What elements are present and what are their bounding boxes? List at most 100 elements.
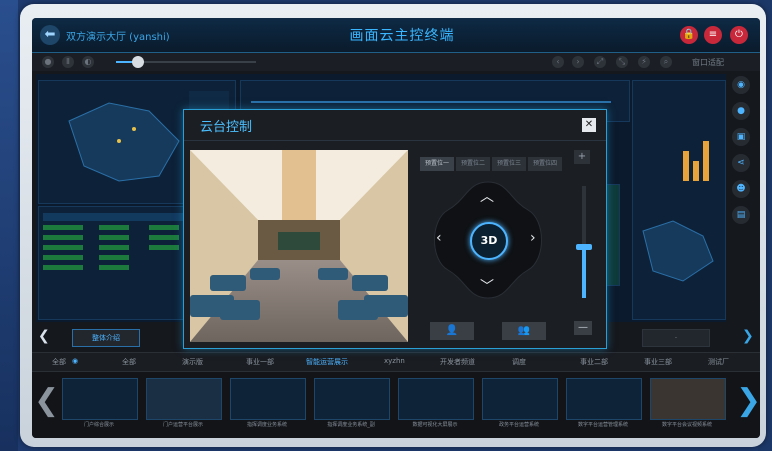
expand-icon: ⤢ xyxy=(596,57,604,66)
pan-up-button[interactable]: ︿ xyxy=(480,186,494,206)
layout-item[interactable]: · xyxy=(642,329,710,347)
lightning-icon: ⚡ xyxy=(641,57,647,66)
side-button-6[interactable]: ▤ xyxy=(732,206,750,224)
category-tab[interactable]: 事业二部 xyxy=(580,357,608,367)
thumbnail-item[interactable]: 数字平台运营管理系统 xyxy=(566,378,642,428)
conference-room-image xyxy=(190,150,408,342)
mute-button[interactable]: ◐ xyxy=(82,56,94,68)
thumbnail-image xyxy=(230,378,306,420)
side-button-1[interactable]: ◉ xyxy=(732,76,750,94)
group-icon: 👥 xyxy=(517,325,531,336)
layout-item[interactable]: 整体介绍 xyxy=(72,329,140,347)
category-all[interactable]: 全部 xyxy=(52,357,66,367)
side-button-2[interactable]: ● xyxy=(732,102,750,120)
lock-icon: 🔒 xyxy=(682,29,696,40)
zoom-out-button[interactable]: — xyxy=(574,321,592,335)
header-bar: ⬅ 双方演示大厅 (yanshi) 画面云主控终端 🔒 ≡ ⏻ xyxy=(32,18,760,53)
close-button[interactable]: ✕ xyxy=(582,118,596,132)
pause-button[interactable]: Ⅱ xyxy=(62,56,74,68)
thumbnail-caption: 门户运营平台展示 xyxy=(162,422,203,428)
thumbnail-item[interactable]: 门户运营平台展示 xyxy=(146,378,222,428)
category-dot: ◉ xyxy=(72,357,79,365)
chevron-right-icon: › xyxy=(576,57,580,66)
pan-down-button[interactable]: ﹀ xyxy=(480,276,494,296)
category-tabs: 全部 ◉ 全部 演示版 事业一部 智能运营展示 xyzhn 开发者频道 调度 事… xyxy=(32,352,760,372)
app-screen: ⬅ 双方演示大厅 (yanshi) 画面云主控终端 🔒 ≡ ⏻ ● Ⅱ ◐ ‹ … xyxy=(32,18,760,438)
preset-tab[interactable]: 预置位四 xyxy=(528,157,562,171)
fit-window-label[interactable]: 窗口适配 xyxy=(692,57,724,68)
category-tab[interactable]: 事业三部 xyxy=(644,357,672,367)
zoom-slider-knob[interactable] xyxy=(576,244,592,250)
lock-button[interactable]: 🔒 xyxy=(680,26,698,44)
thumbnail-item[interactable]: 指挥调度业务系统 xyxy=(230,378,306,428)
user-icon: 👤 xyxy=(445,325,459,336)
layout-prev-arrow[interactable]: ❮ xyxy=(38,328,50,344)
thumbnail-item[interactable]: 数据可视化大屏展示 xyxy=(398,378,474,428)
category-tab[interactable]: 智能运营展示 xyxy=(306,357,348,367)
preset-tab[interactable]: 预置位三 xyxy=(492,157,526,171)
speaker-icon: ◐ xyxy=(84,57,92,66)
category-tab[interactable]: 测试厂 xyxy=(708,357,729,367)
preset-tab[interactable]: 预置位一 xyxy=(420,157,454,171)
toolbar-next-button[interactable]: › xyxy=(572,56,584,68)
media-toolbar: ● Ⅱ ◐ ‹ › ⤢ ⤡ ⚡ ⌕ 窗口适配 xyxy=(32,53,760,71)
direction-pad: ︿ ﹀ ‹ › 3D xyxy=(428,180,548,300)
side-button-3[interactable]: ▣ xyxy=(732,128,750,146)
settings-icon: ▤ xyxy=(736,210,746,220)
record-button[interactable]: ● xyxy=(42,56,54,68)
right-panel-graphic xyxy=(642,141,714,282)
group-button[interactable]: 👥 xyxy=(502,322,546,340)
person-button[interactable]: 👤 xyxy=(430,322,474,340)
volume-slider-knob[interactable] xyxy=(132,56,144,68)
thumbs-next-arrow[interactable]: ❯ xyxy=(736,386,760,416)
thumbnail-item[interactable]: 数字平台会议视频系统 xyxy=(650,378,726,428)
record-icon: ● xyxy=(44,57,52,66)
toolbar-prev-button[interactable]: ‹ xyxy=(552,56,564,68)
category-tab[interactable]: 演示版 xyxy=(182,357,203,367)
thumbnail-item[interactable]: 门户综合展示 xyxy=(62,378,138,428)
preset-tabs: 预置位一 预置位二 预置位三 预置位四 xyxy=(420,150,564,171)
power-button[interactable]: ⏻ xyxy=(730,26,748,44)
preset-tab[interactable]: 预置位二 xyxy=(456,157,490,171)
zoom-in-button[interactable]: + xyxy=(574,150,590,164)
category-tab[interactable]: 开发者频道 xyxy=(440,357,475,367)
pan-right-button[interactable]: › xyxy=(530,230,536,246)
side-toolbar: ◉ ● ▣ ⋖ ☻ ▤ xyxy=(732,76,754,232)
thumbnail-caption: 门户综合展示 xyxy=(83,422,114,428)
thumbnail-caption: 指挥调度业务系统 xyxy=(246,422,287,428)
thumbnail-item[interactable]: 指挥调度业务系统_副 xyxy=(314,378,390,428)
layers-icon: ◉ xyxy=(737,80,745,90)
category-tab[interactable]: 调度 xyxy=(512,357,526,367)
preview-panel-right xyxy=(632,80,726,320)
pause-icon: Ⅱ xyxy=(66,57,70,66)
ptz-control-dialog: 云台控制 ✕ 预置位一 预置位二 预置位三 预置位四 + ︿ ﹀ ‹ › 3D … xyxy=(183,109,607,349)
category-tab[interactable]: 事业一部 xyxy=(246,357,274,367)
layout-next-arrow[interactable]: ❯ xyxy=(742,328,754,344)
back-button[interactable]: ⬅ xyxy=(40,25,60,45)
fullscreen-button[interactable]: ⤢ xyxy=(594,56,606,68)
thumbnail-caption: 指挥调度业务系统_副 xyxy=(327,422,375,428)
menu-button[interactable]: ≡ xyxy=(704,26,722,44)
3d-button[interactable]: 3D xyxy=(470,222,508,260)
chevron-left-icon: ‹ xyxy=(556,57,560,66)
target-icon: ● xyxy=(737,106,745,116)
power-icon: ⏻ xyxy=(735,29,743,40)
thumbnail-image xyxy=(650,378,726,420)
minus-icon: — xyxy=(578,322,588,333)
category-tab[interactable]: xyzhn xyxy=(384,357,405,365)
side-button-5[interactable]: ☻ xyxy=(732,180,750,198)
search-button[interactable]: ⌕ xyxy=(660,56,672,68)
category-tab[interactable]: 全部 xyxy=(122,357,136,367)
flash-button[interactable]: ⚡ xyxy=(638,56,650,68)
page-title: 画面云主控终端 xyxy=(349,28,455,44)
shrink-button[interactable]: ⤡ xyxy=(616,56,628,68)
dialog-divider xyxy=(184,140,606,141)
thumbs-prev-arrow[interactable]: ❮ xyxy=(34,386,59,416)
thumbnail-caption: 政务平台运营系统 xyxy=(498,422,539,428)
thumbnail-image xyxy=(314,378,390,420)
pan-left-button[interactable]: ‹ xyxy=(436,230,442,246)
thumbnail-item[interactable]: 政务平台运营系统 xyxy=(482,378,558,428)
thumbnail-image xyxy=(482,378,558,420)
thumbnail-image xyxy=(566,378,642,420)
side-button-4[interactable]: ⋖ xyxy=(732,154,750,172)
